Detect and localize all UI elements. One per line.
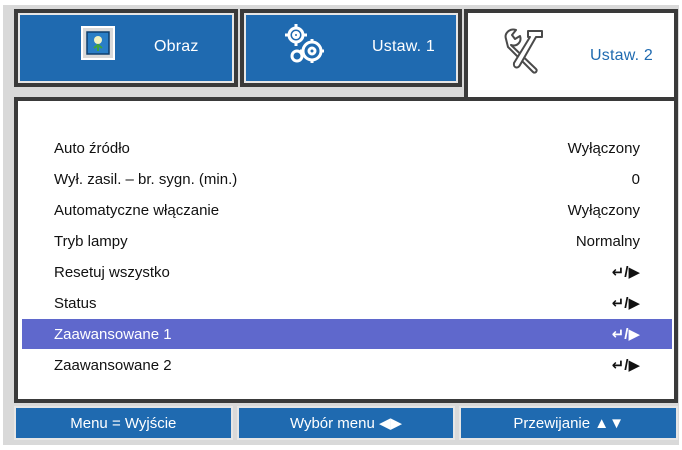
enter-arrow-icon: ↵/▶ <box>611 357 640 374</box>
gears-icon <box>282 21 330 69</box>
menu-item-label: Status <box>54 294 97 312</box>
enter-arrow-icon: ↵/▶ <box>611 326 640 343</box>
menu-item-wyl-zasil[interactable]: Wył. zasil. – br. sygn. (min.) 0 <box>22 164 672 194</box>
menu-item-value: Wyłączony <box>567 139 640 157</box>
tab-label: Obraz <box>154 38 199 55</box>
footer-hint-bar: Menu = Wyjście Wybór menu ◀▶ Przewijanie… <box>14 406 679 440</box>
menu-item-value: Normalny <box>575 232 640 250</box>
hint-menu-exit: Menu = Wyjście <box>14 406 233 440</box>
enter-arrow-icon: ↵/▶ <box>611 295 640 312</box>
hint-scroll: Przewijanie ▲▼ <box>459 406 679 440</box>
menu-item-label: Resetuj wszystko <box>54 263 170 281</box>
menu-item-zaawansowane-1[interactable]: Zaawansowane 1 ↵/▶ <box>22 319 672 349</box>
menu-item-label: Zaawansowane 2 <box>54 356 172 374</box>
enter-arrow-icon: ↵/▶ <box>611 264 640 281</box>
tab-label: Ustaw. 2 <box>590 47 653 64</box>
menu-item-label: Tryb lampy <box>54 232 128 250</box>
menu-item-auto-zrodlo[interactable]: Auto źródło Wyłączony <box>22 133 672 163</box>
tab-label: Ustaw. 1 <box>372 38 435 55</box>
menu-item-status[interactable]: Status ↵/▶ <box>22 288 672 318</box>
menu-item-label: Zaawansowane 1 <box>54 325 172 343</box>
menu-item-automatyczne-wlaczanie[interactable]: Automatyczne włączanie Wyłączony <box>22 195 672 225</box>
tab-obraz[interactable]: Obraz <box>14 9 238 87</box>
tab-ustaw-2[interactable]: Ustaw. 2 <box>464 9 678 101</box>
hint-menu-select: Wybór menu ◀▶ <box>236 406 456 440</box>
picture-icon <box>80 25 116 61</box>
menu-item-label: Wył. zasil. – br. sygn. (min.) <box>54 170 238 188</box>
settings-menu-panel: Auto źródło Wyłączony Wył. zasil. – br. … <box>14 97 678 403</box>
menu-item-value: Wyłączony <box>567 201 640 219</box>
menu-item-value: 0 <box>631 170 640 188</box>
menu-item-label: Auto źródło <box>54 139 130 157</box>
tab-ustaw-1[interactable]: Ustaw. 1 <box>240 9 462 87</box>
tools-icon <box>498 25 550 77</box>
menu-item-zaawansowane-2[interactable]: Zaawansowane 2 ↵/▶ <box>22 350 672 380</box>
menu-item-label: Automatyczne włączanie <box>54 201 220 219</box>
menu-item-tryb-lampy[interactable]: Tryb lampy Normalny <box>22 226 672 256</box>
menu-item-resetuj-wszystko[interactable]: Resetuj wszystko ↵/▶ <box>22 257 672 287</box>
